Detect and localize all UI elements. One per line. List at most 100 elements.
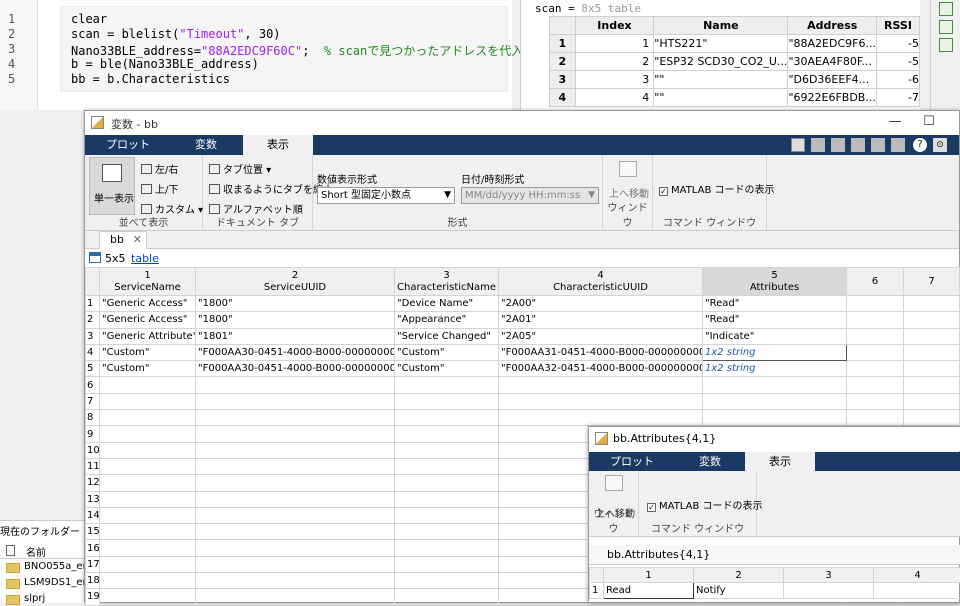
show-matlab-code-checkbox[interactable]: ✓MATLAB コードの表示 (647, 497, 762, 512)
grid-cell[interactable]: "Read" (703, 296, 847, 312)
grid-cell[interactable] (904, 361, 960, 377)
grid-cell[interactable]: "F000AA30-0451-4000-B000-000000000000" (196, 344, 395, 360)
row-header[interactable]: 13 (86, 491, 100, 507)
grid-cell[interactable] (196, 475, 395, 491)
row-header[interactable]: 17 (86, 556, 100, 572)
grid-cell[interactable]: "Generic Access" (100, 312, 196, 328)
grid-cell[interactable]: "F000AA30-0451-4000-B000-000000000000" (196, 361, 395, 377)
grid-cell[interactable] (904, 312, 960, 328)
grid-cell[interactable]: "F000AA31-0451-4000-B000-000000000000" (499, 344, 703, 360)
column-header[interactable]: 7 (904, 268, 960, 296)
file-icon[interactable] (939, 2, 953, 16)
grid-cell[interactable] (100, 410, 196, 426)
grid-cell[interactable] (395, 410, 499, 426)
row-header[interactable]: 11 (86, 458, 100, 474)
grid-cell[interactable]: "Appearance" (395, 312, 499, 328)
grid-cell[interactable] (100, 507, 196, 523)
maximize-icon[interactable]: ☐ (919, 114, 939, 129)
grid-cell[interactable] (395, 377, 499, 393)
grid-cell[interactable] (395, 475, 499, 491)
folder-item[interactable]: slprj (24, 593, 45, 604)
grid-cell[interactable] (784, 583, 874, 599)
grid-cell[interactable] (395, 556, 499, 572)
grid-cell[interactable]: "Device Name" (395, 296, 499, 312)
row-header[interactable]: 5 (86, 361, 100, 377)
grid-cell[interactable] (100, 377, 196, 393)
numeric-format-select[interactable]: Short 型固定小数点▼ (317, 187, 455, 204)
grid-cell[interactable] (847, 410, 904, 426)
grid-cell[interactable] (847, 377, 904, 393)
column-header[interactable]: 4 (874, 568, 960, 583)
table-row[interactable]: 7 (86, 393, 960, 409)
grid-cell[interactable] (196, 410, 395, 426)
left-right-button[interactable]: 左/右 (141, 161, 178, 176)
grid-cell[interactable] (703, 377, 847, 393)
grid-cell[interactable]: "Generic Access" (100, 296, 196, 312)
grid-cell[interactable] (847, 344, 904, 360)
tab-plot[interactable]: プロット (595, 452, 669, 471)
grid-cell[interactable]: "Read" (703, 312, 847, 328)
column-header[interactable]: 6 (847, 268, 904, 296)
grid-cell[interactable] (395, 507, 499, 523)
table-row[interactable]: 8 (86, 410, 960, 426)
grid-cell[interactable]: "2A01" (499, 312, 703, 328)
grid-cell[interactable] (847, 361, 904, 377)
tab-view[interactable]: 表示 (243, 135, 313, 155)
grid-cell[interactable] (499, 410, 703, 426)
table-row[interactable]: 1"Generic Access""1800""Device Name""2A0… (86, 296, 960, 312)
grid-cell[interactable] (499, 393, 703, 409)
row-header[interactable]: 2 (86, 312, 100, 328)
grid-cell[interactable] (196, 458, 395, 474)
grid-cell[interactable] (100, 524, 196, 540)
column-header[interactable]: 名前 (0, 543, 85, 559)
row-header[interactable]: 7 (86, 393, 100, 409)
row-header[interactable]: 15 (86, 524, 100, 540)
grid-cell[interactable] (196, 524, 395, 540)
grid-cell[interactable]: "Service Changed" (395, 328, 499, 344)
tab-variable[interactable]: 変数 (673, 452, 747, 471)
datetime-format-select[interactable]: MM/dd/yyyy HH:mm:ss▼ (461, 187, 599, 204)
column-header[interactable]: 4CharacteristicUUID (499, 268, 703, 296)
code-line-4[interactable]: b = ble(Nano33BLE_address) (71, 57, 259, 71)
tab-variable[interactable]: 変数 (169, 135, 243, 155)
grid-cell[interactable] (395, 393, 499, 409)
row-header[interactable]: 10 (86, 442, 100, 458)
grid-cell[interactable] (904, 377, 960, 393)
grid-cell[interactable] (395, 426, 499, 442)
table-row[interactable]: 3"Generic Attribute""1801""Service Chang… (86, 328, 960, 344)
grid-cell[interactable]: "Indicate" (703, 328, 847, 344)
grid-cell[interactable] (395, 442, 499, 458)
row-header[interactable]: 1 (86, 296, 100, 312)
row-header[interactable]: 8 (86, 410, 100, 426)
grid-cell[interactable] (100, 393, 196, 409)
grid-cell[interactable]: "F000AA32-0451-4000-B000-000000000000" (499, 361, 703, 377)
grid-cell[interactable] (100, 458, 196, 474)
grid-cell[interactable] (847, 296, 904, 312)
grid-cell[interactable]: "2A05" (499, 328, 703, 344)
close-icon[interactable]: ✕ (133, 232, 142, 248)
grid-cell[interactable] (196, 556, 395, 572)
window-titlebar[interactable]: 変数 - bb — ☐ (85, 111, 959, 135)
code-line-1[interactable]: clear (71, 12, 107, 26)
column-header[interactable]: 1ServiceName (100, 268, 196, 296)
grid-cell[interactable] (196, 442, 395, 458)
table-row[interactable]: 6 (86, 377, 960, 393)
tab-position-button[interactable]: タブ位置 ▾ (209, 161, 271, 176)
grid-cell[interactable]: "1800" (196, 296, 395, 312)
redo-icon[interactable] (891, 138, 905, 152)
grid-cell[interactable] (395, 573, 499, 589)
code-cell[interactable]: clear scan = blelist("Timeout", 30) Nano… (60, 6, 508, 92)
file-icon[interactable] (939, 38, 953, 52)
grid-cell[interactable] (196, 377, 395, 393)
grid-cell[interactable]: "Custom" (395, 344, 499, 360)
grid-cell[interactable] (904, 344, 960, 360)
grid-cell[interactable] (904, 296, 960, 312)
grid-cell[interactable] (904, 410, 960, 426)
grid-cell[interactable]: "2A00" (499, 296, 703, 312)
grid-cell[interactable] (847, 312, 904, 328)
grid-cell[interactable] (196, 491, 395, 507)
grid-cell[interactable] (395, 524, 499, 540)
row-header[interactable]: 4 (86, 344, 100, 360)
grid-cell[interactable] (100, 556, 196, 572)
table-doc-link[interactable]: table (131, 252, 159, 265)
